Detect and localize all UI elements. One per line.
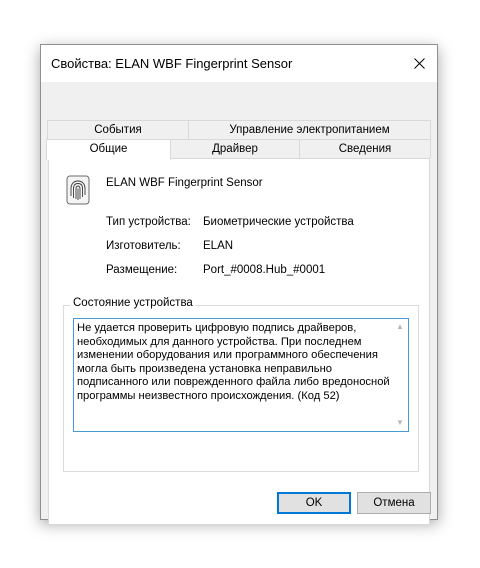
close-icon (413, 58, 425, 69)
tab-power-management[interactable]: Управление электропитанием (188, 120, 431, 139)
device-properties-dialog: Свойства: ELAN WBF Fingerprint Sensor Со… (40, 44, 438, 525)
tab-label: Сведения (338, 143, 392, 155)
status-scrollbar[interactable]: ▲ ▼ (392, 319, 408, 431)
device-status-title: Состояние устройства (70, 297, 196, 309)
tab-general[interactable]: Общие (46, 139, 171, 160)
general-tab-panel: ELAN WBF Fingerprint Sensor Тип устройст… (48, 158, 430, 525)
device-status-group: Состояние устройства Не удается проверит… (63, 297, 419, 472)
scroll-down-arrow-icon[interactable]: ▼ (392, 416, 408, 430)
tab-label: Общие (89, 143, 128, 155)
tab-driver[interactable]: Драйвер (170, 139, 300, 158)
dialog-body: События Управление электропитанием Общие… (41, 82, 437, 525)
manufacturer-value: ELAN (203, 240, 234, 252)
tab-label: Драйвер (212, 143, 258, 155)
device-status-textbox[interactable]: Не удается проверить цифровую подпись др… (73, 318, 409, 432)
tab-details[interactable]: Сведения (299, 139, 431, 158)
tab-label: Управление электропитанием (229, 124, 390, 136)
title-bar: Свойства: ELAN WBF Fingerprint Sensor (41, 45, 437, 82)
location-label: Размещение: (106, 264, 178, 276)
location-value: Port_#0008.Hub_#0001 (203, 264, 326, 276)
device-type-label: Тип устройства: (106, 216, 191, 228)
tab-label: События (94, 124, 142, 136)
fingerprint-icon (66, 175, 90, 205)
device-name: ELAN WBF Fingerprint Sensor (106, 177, 263, 189)
tab-events[interactable]: События (47, 120, 189, 139)
ok-button[interactable]: OK (277, 492, 351, 514)
device-type-value: Биометрические устройства (203, 216, 354, 228)
cancel-button[interactable]: Отмена (357, 492, 431, 514)
close-button[interactable] (401, 45, 437, 82)
window-title: Свойства: ELAN WBF Fingerprint Sensor (51, 56, 293, 71)
scroll-up-arrow-icon[interactable]: ▲ (392, 320, 408, 334)
manufacturer-label: Изготовитель: (106, 240, 181, 252)
device-status-text: Не удается проверить цифровую подпись др… (77, 322, 390, 402)
